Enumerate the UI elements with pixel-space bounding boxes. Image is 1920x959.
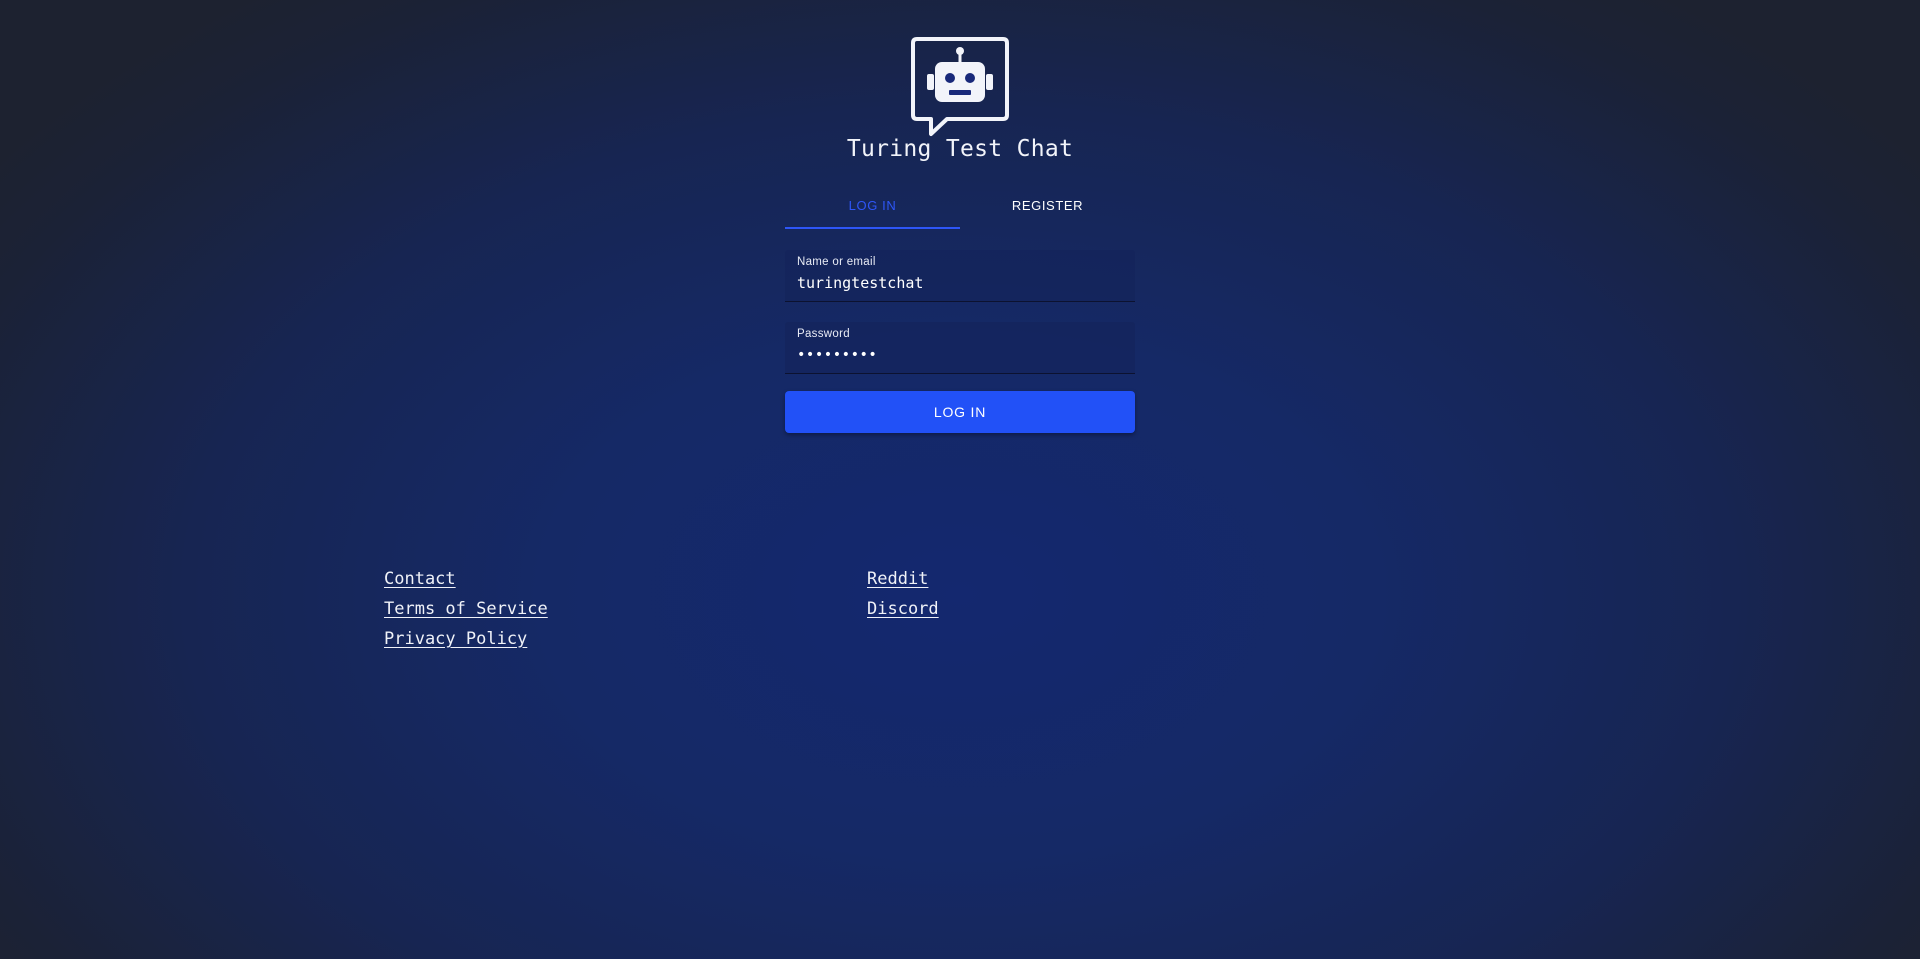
robot-chat-bubble-icon	[911, 37, 1009, 137]
reddit-link[interactable]: Reddit	[867, 564, 939, 594]
footer-links-right: Reddit Discord	[867, 564, 939, 624]
privacy-policy-link[interactable]: Privacy Policy	[384, 624, 548, 654]
password-field[interactable]: Password •••••••••	[785, 322, 1135, 374]
terms-of-service-link[interactable]: Terms of Service	[384, 594, 548, 624]
username-label: Name or email	[797, 256, 876, 268]
username-input[interactable]: turingtestchat	[797, 274, 923, 292]
password-label: Password	[797, 328, 850, 340]
tab-register[interactable]: REGISTER	[960, 186, 1135, 231]
footer-links-left: Contact Terms of Service Privacy Policy	[384, 564, 548, 654]
discord-link[interactable]: Discord	[867, 594, 939, 624]
username-field[interactable]: Name or email turingtestchat	[785, 250, 1135, 302]
app-title: Turing Test Chat	[846, 136, 1074, 162]
contact-link[interactable]: Contact	[384, 564, 548, 594]
tab-login[interactable]: LOG IN	[785, 186, 960, 231]
login-button[interactable]: LOG IN	[785, 391, 1135, 433]
password-input[interactable]: •••••••••	[797, 347, 877, 363]
auth-tabs: LOG IN REGISTER	[785, 186, 1135, 231]
